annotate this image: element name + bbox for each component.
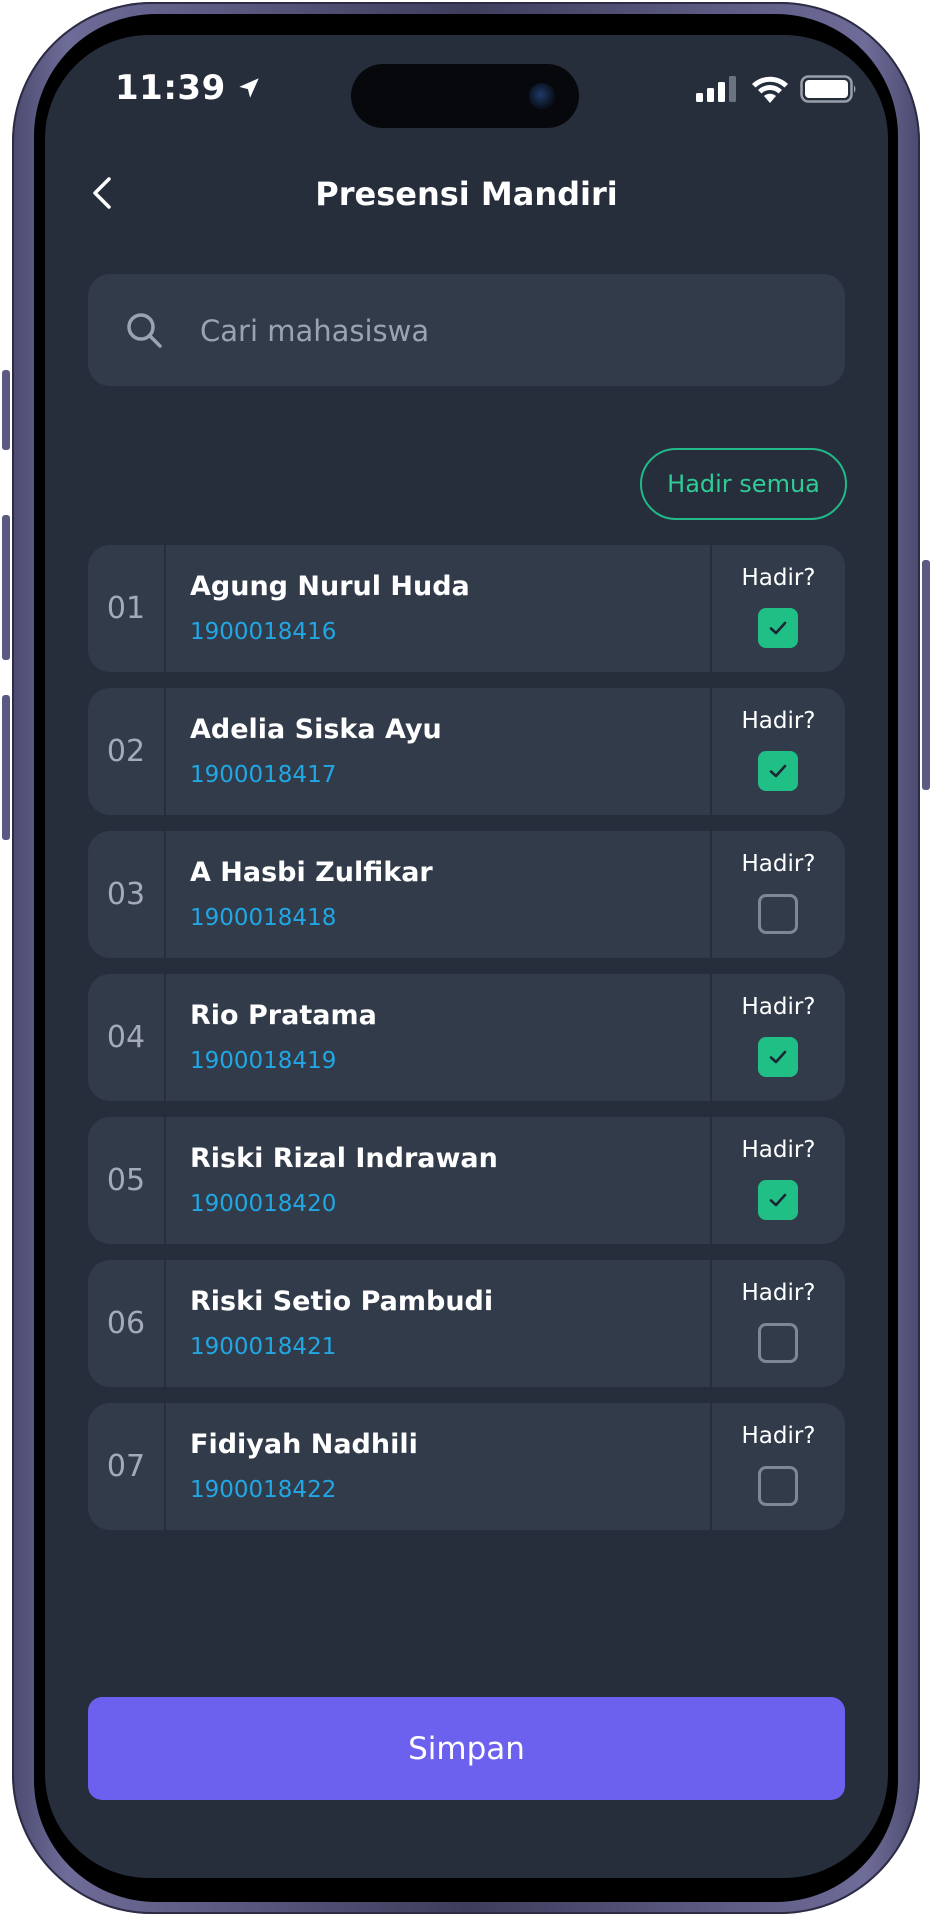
search-icon: [127, 313, 162, 348]
attendance-checkbox[interactable]: [758, 1180, 798, 1220]
hadir-label: Hadir?: [741, 851, 816, 877]
student-card: 04 Rio Pratama 1900018419 Hadir?: [88, 974, 845, 1101]
student-name: Riski Rizal Indrawan: [190, 1143, 498, 1174]
location-arrow-icon: [238, 78, 259, 98]
student-number: 03: [106, 877, 146, 912]
search-input[interactable]: [198, 274, 822, 388]
student-name: Riski Setio Pambudi: [190, 1286, 494, 1317]
student-number: 02: [106, 734, 146, 769]
hadir-label: Hadir?: [741, 565, 816, 591]
wifi-icon: [752, 76, 788, 103]
divider: [164, 1260, 166, 1387]
student-nim: 1900018422: [190, 1477, 337, 1503]
check-icon: [769, 764, 787, 778]
camera-icon: [529, 83, 555, 109]
student-nim: 1900018416: [190, 619, 337, 645]
student-card: 01 Agung Nurul Huda 1900018416 Hadir?: [88, 545, 845, 672]
save-button[interactable]: Simpan: [88, 1697, 845, 1800]
header: Presensi Mandiri: [45, 155, 888, 235]
student-name: Rio Pratama: [190, 1000, 377, 1031]
student-card: 05 Riski Rizal Indrawan 1900018420 Hadir?: [88, 1117, 845, 1244]
page-title: Presensi Mandiri: [315, 175, 618, 213]
mark-all-present-button[interactable]: Hadir semua: [640, 448, 847, 520]
student-nim: 1900018418: [190, 905, 337, 931]
student-name: Agung Nurul Huda: [190, 571, 470, 602]
student-name: Fidiyah Nadhili: [190, 1429, 418, 1460]
student-number: 01: [106, 591, 146, 626]
power-button: [922, 560, 930, 790]
attendance-checkbox[interactable]: [758, 751, 798, 791]
student-number: 05: [106, 1163, 146, 1198]
mute-switch: [2, 370, 10, 450]
student-card: 07 Fidiyah Nadhili 1900018422 Hadir?: [88, 1403, 845, 1530]
attendance-checkbox[interactable]: [758, 1466, 798, 1506]
volume-down-button: [2, 695, 10, 840]
student-name: Adelia Siska Ayu: [190, 714, 442, 745]
attendance-checkbox[interactable]: [758, 1037, 798, 1077]
student-card: 02 Adelia Siska Ayu 1900018417 Hadir?: [88, 688, 845, 815]
student-nim: 1900018419: [190, 1048, 337, 1074]
divider: [164, 688, 166, 815]
attendance-checkbox[interactable]: [758, 894, 798, 934]
check-icon: [769, 1193, 787, 1207]
student-number: 07: [106, 1449, 146, 1484]
check-icon: [769, 621, 787, 635]
student-nim: 1900018420: [190, 1191, 337, 1217]
divider: [164, 1403, 166, 1530]
app-screen: 11:39 Presensi Mandiri Cari mahasiswa Ha…: [45, 35, 888, 1878]
attendance-checkbox[interactable]: [758, 608, 798, 648]
volume-up-button: [2, 515, 10, 660]
student-card: 03 A Hasbi Zulfikar 1900018418 Hadir?: [88, 831, 845, 958]
attendance-checkbox[interactable]: [758, 1323, 798, 1363]
student-number: 06: [106, 1306, 146, 1341]
search-bar[interactable]: [88, 274, 845, 388]
divider: [164, 1117, 166, 1244]
hadir-label: Hadir?: [741, 1280, 816, 1306]
hadir-label: Hadir?: [741, 994, 816, 1020]
divider: [164, 974, 166, 1101]
divider: [164, 831, 166, 958]
hadir-label: Hadir?: [741, 708, 816, 734]
hadir-label: Hadir?: [741, 1137, 816, 1163]
student-number: 04: [106, 1020, 146, 1055]
student-name: A Hasbi Zulfikar: [190, 857, 433, 888]
signal-icon: [696, 76, 736, 102]
dynamic-island: [351, 64, 579, 128]
student-nim: 1900018421: [190, 1334, 337, 1360]
status-icons: [696, 75, 858, 103]
status-time-text: 11:39: [115, 68, 226, 108]
status-time: 11:39: [115, 68, 262, 108]
hadir-label: Hadir?: [741, 1423, 816, 1449]
student-nim: 1900018417: [190, 762, 337, 788]
battery-icon: [800, 75, 856, 103]
check-icon: [769, 1050, 787, 1064]
divider: [164, 545, 166, 672]
student-card: 06 Riski Setio Pambudi 1900018421 Hadir?: [88, 1260, 845, 1387]
